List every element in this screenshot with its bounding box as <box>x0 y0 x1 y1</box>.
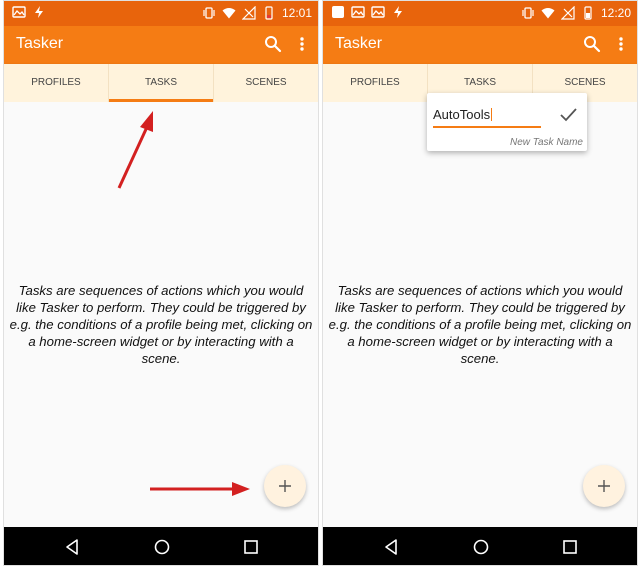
gallery-notification-icon <box>371 5 385 19</box>
back-icon[interactable] <box>64 538 82 556</box>
vibrate-icon <box>202 6 216 20</box>
gallery-notification-icon <box>12 5 26 19</box>
blank-notification-icon <box>331 5 345 19</box>
task-name-hint: New Task Name <box>510 137 583 148</box>
tab-bar: PROFILES TASKS SCENES <box>4 64 318 102</box>
battery-low-icon <box>262 6 276 20</box>
vibrate-icon <box>521 6 535 20</box>
tab-label: TASKS <box>144 77 178 88</box>
empty-state-message: Tasks are sequences of actions which you… <box>9 283 313 366</box>
tab-profiles[interactable]: PROFILES <box>323 64 428 102</box>
app-bar: Tasker <box>323 26 637 64</box>
more-options-icon[interactable] <box>296 35 308 53</box>
recents-icon[interactable] <box>242 538 260 556</box>
search-icon[interactable] <box>264 35 282 53</box>
search-icon[interactable] <box>583 35 601 53</box>
app-bar: Tasker <box>4 26 318 64</box>
phone-screen-left: 12:01 Tasker PROFILES TASKS SCENES Tasks… <box>3 0 319 566</box>
no-signal-icon <box>560 6 575 20</box>
add-task-button[interactable] <box>264 465 306 507</box>
navigation-bar <box>323 527 637 565</box>
more-options-icon[interactable] <box>615 35 627 53</box>
plus-icon <box>597 479 611 493</box>
tab-label: SCENES <box>245 77 287 88</box>
empty-state-message: Tasks are sequences of actions which you… <box>328 283 632 366</box>
tab-scenes[interactable]: SCENES <box>214 64 318 102</box>
input-underline <box>433 126 541 128</box>
new-task-name-dialog: AutoTools New Task Name <box>427 93 587 151</box>
tab-label: PROFILES <box>31 77 81 88</box>
app-title: Tasker <box>335 35 383 52</box>
recents-icon[interactable] <box>561 538 579 556</box>
back-icon[interactable] <box>383 538 401 556</box>
tab-label: PROFILES <box>350 77 400 88</box>
tasks-content: Tasks are sequences of actions which you… <box>323 102 637 527</box>
tab-label: SCENES <box>564 77 606 88</box>
home-icon[interactable] <box>472 538 490 556</box>
tasks-content: Tasks are sequences of actions which you… <box>4 102 318 527</box>
status-time: 12:20 <box>600 6 631 20</box>
phone-screen-right: 12:20 Tasker PROFILES TASKS SCENES Tasks… <box>322 0 638 566</box>
gallery-notification-icon <box>351 5 365 19</box>
plus-icon <box>278 479 292 493</box>
tab-label: TASKS <box>463 77 497 88</box>
status-time: 12:01 <box>281 6 312 20</box>
home-icon[interactable] <box>153 538 171 556</box>
status-bar: 12:01 <box>4 1 318 26</box>
status-bar: 12:20 <box>323 1 637 26</box>
add-task-button[interactable] <box>583 465 625 507</box>
wifi-icon <box>222 6 236 20</box>
text-cursor <box>491 108 493 121</box>
navigation-bar <box>4 527 318 565</box>
battery-icon <box>581 6 595 20</box>
task-name-input[interactable]: AutoTools <box>433 107 493 122</box>
tab-profiles[interactable]: PROFILES <box>4 64 109 102</box>
tab-tasks[interactable]: TASKS <box>109 64 214 102</box>
no-signal-icon <box>241 6 256 20</box>
check-icon[interactable] <box>559 105 577 123</box>
bolt-notification-icon <box>391 5 405 19</box>
task-name-value: AutoTools <box>433 107 491 122</box>
bolt-notification-icon <box>32 5 46 19</box>
wifi-icon <box>541 6 555 20</box>
app-title: Tasker <box>16 35 64 52</box>
